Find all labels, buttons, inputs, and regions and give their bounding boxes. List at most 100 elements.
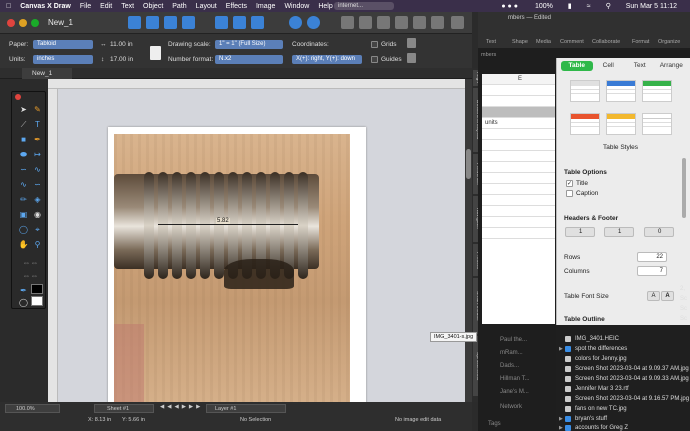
numbers-toolbar-collaborate[interactable]: Collaborate bbox=[592, 39, 620, 45]
search-icon[interactable]: ⚲ bbox=[606, 2, 611, 10]
battery-level[interactable]: 100% bbox=[535, 3, 553, 10]
grids-checkbox[interactable] bbox=[371, 41, 378, 48]
mode-toggle-icon[interactable]: ⇔⇔ bbox=[18, 257, 43, 268]
stamp-icon[interactable]: ◉ bbox=[32, 209, 43, 220]
table-row[interactable] bbox=[482, 162, 555, 173]
clock[interactable]: Sun Mar 5 11:12 bbox=[626, 3, 677, 10]
sidebar-item[interactable]: Paul the... bbox=[500, 337, 527, 343]
table-row[interactable] bbox=[482, 129, 555, 140]
list-item[interactable]: colors for Jenny.jpg bbox=[559, 354, 627, 363]
copy-icon[interactable] bbox=[233, 16, 246, 29]
table-row[interactable]: units bbox=[482, 118, 555, 129]
table-row[interactable] bbox=[482, 184, 555, 195]
cut-icon[interactable] bbox=[215, 16, 228, 29]
new-document-icon[interactable] bbox=[128, 16, 141, 29]
tab-table[interactable]: Table bbox=[561, 61, 593, 71]
menu-path[interactable]: Path bbox=[172, 3, 186, 10]
list-item[interactable]: ▶ accounts for Greg Z bbox=[559, 423, 628, 431]
brush-icon[interactable]: ✎ bbox=[32, 104, 43, 115]
menu-image[interactable]: Image bbox=[256, 3, 275, 10]
toggle-toolbar-icon[interactable] bbox=[451, 16, 464, 29]
scrollbar-thumb[interactable] bbox=[466, 149, 471, 179]
table-row[interactable] bbox=[482, 195, 555, 206]
sidebar-item[interactable]: mRam... bbox=[500, 350, 523, 356]
image-edit-icon[interactable]: ▣ bbox=[18, 209, 29, 220]
table-row[interactable] bbox=[482, 140, 555, 151]
placed-photo[interactable]: 5.82 bbox=[114, 134, 350, 402]
sidebar-item[interactable]: Hillman T... bbox=[500, 376, 530, 382]
menu-file[interactable]: File bbox=[80, 3, 91, 10]
menu-object[interactable]: Object bbox=[143, 3, 163, 10]
numbers-toolbar-media[interactable]: Media bbox=[536, 39, 551, 45]
page-orientation-icon[interactable] bbox=[150, 46, 161, 60]
header-rows-stepper[interactable]: 1 bbox=[565, 227, 595, 237]
width-field[interactable]: 11.00 in bbox=[110, 41, 133, 48]
table-style-3[interactable] bbox=[642, 80, 672, 102]
table-style-2[interactable] bbox=[606, 80, 636, 102]
tab-arrange[interactable]: Arrange bbox=[656, 61, 688, 71]
decrease-font-button[interactable]: A bbox=[647, 291, 660, 301]
horizontal-ruler[interactable] bbox=[48, 79, 465, 89]
numbers-toolbar-shape[interactable]: Shape bbox=[512, 39, 528, 45]
fill-color-swatch[interactable] bbox=[31, 296, 43, 306]
open-document-icon[interactable] bbox=[146, 16, 159, 29]
table-style-1[interactable] bbox=[570, 80, 600, 102]
battery-icon[interactable]: ▮ bbox=[568, 2, 572, 10]
table-style-4[interactable] bbox=[570, 113, 600, 135]
list-item[interactable]: fans on new TC.jpg bbox=[559, 404, 627, 413]
guide-settings-icon[interactable] bbox=[407, 53, 416, 63]
print-icon[interactable] bbox=[182, 16, 195, 29]
sidebar-item[interactable]: Dads... bbox=[500, 363, 519, 369]
table-style-6[interactable] bbox=[642, 113, 672, 135]
sidebar-item[interactable]: Jane's M... bbox=[500, 389, 529, 395]
close-window-button[interactable] bbox=[7, 19, 15, 27]
dimension-label[interactable]: 5.82 bbox=[216, 218, 230, 224]
dimension-line[interactable] bbox=[158, 224, 298, 225]
tab-text[interactable]: Text bbox=[624, 61, 656, 71]
vertical-ruler[interactable] bbox=[48, 89, 58, 402]
selection-arrow-icon[interactable]: ➤ bbox=[18, 104, 29, 115]
list-item[interactable]: ▶ spot the differences bbox=[559, 344, 627, 353]
table-style-5[interactable] bbox=[606, 113, 636, 135]
paper-select[interactable]: Tabloid bbox=[33, 40, 93, 49]
zoom-icon[interactable]: ⚲ bbox=[32, 239, 43, 250]
table-row[interactable] bbox=[482, 173, 555, 184]
lasso-icon[interactable]: ◯ bbox=[18, 224, 29, 235]
grid-settings-icon[interactable] bbox=[407, 38, 416, 48]
bezier-icon[interactable]: ∽ bbox=[18, 164, 29, 175]
table-row[interactable]: E bbox=[482, 74, 555, 85]
sheet-select[interactable]: Sheet #1 bbox=[94, 404, 154, 413]
ellipse-icon[interactable]: ⬬ bbox=[18, 149, 29, 160]
fill-bucket-icon[interactable]: ◯ bbox=[18, 297, 29, 308]
dimension-icon[interactable]: ↦ bbox=[32, 149, 43, 160]
rows-field[interactable]: 22 bbox=[637, 252, 667, 262]
drawing-scale-select[interactable]: 1" = 1" (Full Size) bbox=[215, 40, 283, 49]
guides-checkbox[interactable] bbox=[371, 56, 378, 63]
close-palette-button[interactable] bbox=[15, 94, 21, 100]
menu-effects[interactable]: Effects bbox=[226, 3, 247, 10]
height-field[interactable]: 17.00 in bbox=[110, 56, 133, 63]
format-panel-scrollbar[interactable] bbox=[682, 158, 686, 218]
table-row[interactable] bbox=[482, 217, 555, 228]
table-row[interactable] bbox=[482, 85, 555, 96]
pen-icon[interactable]: ✒ bbox=[32, 134, 43, 145]
status-icons[interactable]: ●●● bbox=[501, 3, 520, 10]
eyedropper-icon[interactable]: ✒ bbox=[18, 285, 29, 296]
zoom-window-button[interactable] bbox=[31, 19, 39, 27]
apple-icon[interactable]:  bbox=[6, 3, 11, 10]
page-nav-arrows[interactable]: ◀◀◀▶▶▶ bbox=[160, 404, 203, 410]
units-select[interactable]: inches bbox=[33, 55, 93, 64]
minimize-window-button[interactable] bbox=[19, 19, 27, 27]
list-item[interactable]: Screen Shot 2023-03-04 at 9.09.33 AM.jpg bbox=[559, 374, 689, 383]
tab-new-1[interactable]: New_1 bbox=[22, 68, 72, 79]
stroke-color-swatch[interactable] bbox=[31, 284, 43, 294]
freehand-icon[interactable]: ∿ bbox=[18, 179, 29, 190]
layer-select[interactable]: Layer #1 bbox=[206, 404, 286, 413]
header-columns-stepper[interactable]: 1 bbox=[604, 227, 634, 237]
app-menu[interactable]: Canvas X Draw bbox=[20, 3, 71, 10]
list-item[interactable]: ▶ bryan's stuff bbox=[559, 414, 607, 423]
line-icon[interactable]: ⟋ bbox=[18, 119, 29, 130]
tab-cell[interactable]: Cell bbox=[593, 61, 625, 71]
table-row[interactable] bbox=[482, 107, 555, 118]
footer-rows-stepper[interactable]: 0 bbox=[644, 227, 674, 237]
